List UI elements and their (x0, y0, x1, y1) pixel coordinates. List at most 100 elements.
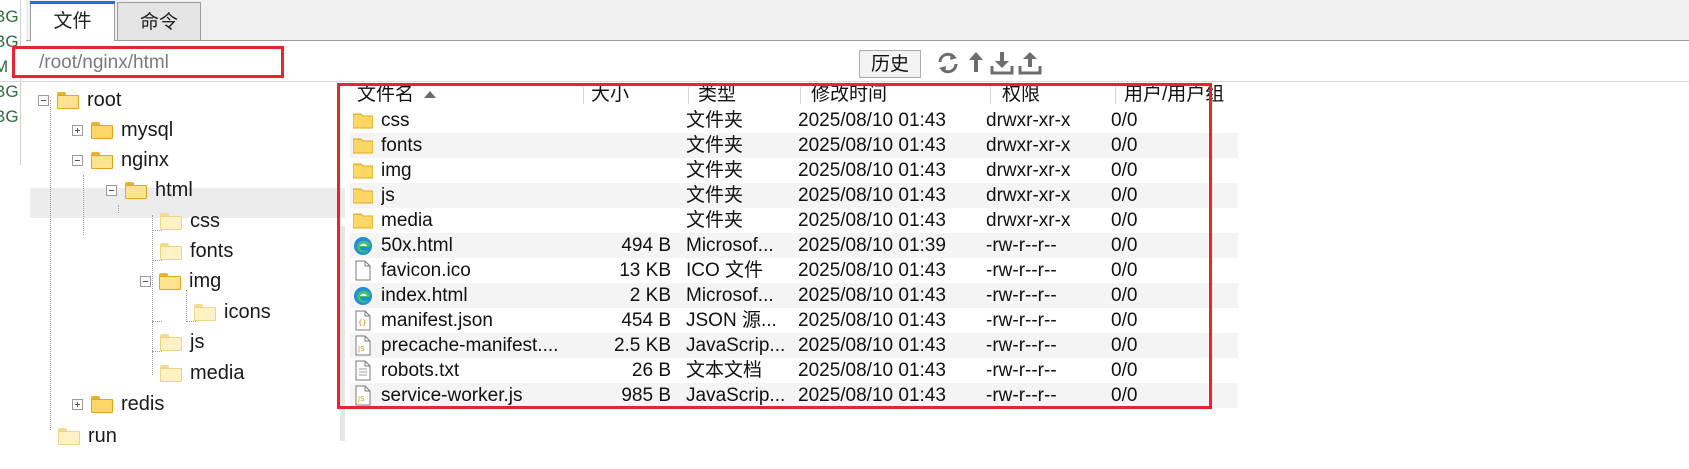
svg-text:{}: {} (358, 319, 366, 327)
file-type: 文件夹 (686, 135, 744, 156)
column-header-size[interactable]: 大小 (591, 83, 629, 107)
file-name: manifest.json (381, 310, 493, 331)
file-owner: 0/0 (1111, 185, 1138, 206)
folder-icon (91, 122, 113, 140)
collapse-icon[interactable] (38, 95, 49, 107)
column-header-modified[interactable]: 修改时间 (811, 83, 887, 107)
file-type: 文本文档 (686, 360, 763, 381)
file-permissions: -rw-r--r-- (986, 310, 1057, 331)
file-size (580, 158, 671, 183)
file-size (580, 108, 671, 133)
file-row[interactable]: 50x.html 494 B Microsof... 2025/08/10 01:39… (350, 233, 1238, 258)
file-permissions: -rw-r--r-- (986, 235, 1057, 256)
strip-item: BG (0, 107, 19, 126)
tree-node-label: nginx (121, 149, 169, 171)
file-row[interactable]: index.html 2 KB Microsof... 2025/08/10 01:4… (350, 283, 1238, 308)
file-size: 13 KB (619, 260, 671, 281)
tree-node-label: root (87, 89, 122, 111)
file-row[interactable]: css 文件夹 2025/08/10 01:43 drwxr-xr-x 0/0 (350, 108, 1238, 133)
collapse-icon[interactable] (106, 185, 117, 197)
file-modified: 2025/08/10 01:43 (798, 160, 946, 181)
tree-node-label: html (155, 179, 193, 201)
tree-node-root[interactable]: root (38, 85, 121, 115)
tree-node-label: css (190, 210, 220, 232)
file-owner: 0/0 (1111, 210, 1138, 231)
sort-ascending-icon (424, 91, 437, 99)
download-icon[interactable] (990, 50, 1014, 76)
tree-node-label: mysql (121, 119, 174, 141)
tree-node-mysql[interactable]: mysql (72, 115, 173, 145)
upload-icon[interactable] (1018, 50, 1042, 76)
file-type: ICO 文件 (686, 260, 764, 281)
directory-tree[interactable]: root mysql nginx html css fonts img icon… (30, 85, 351, 469)
file-name: index.html (381, 285, 468, 306)
file-permissions: -rw-r--r-- (986, 360, 1057, 381)
tree-node-fonts[interactable]: fonts (160, 236, 233, 266)
tree-node-icons[interactable]: icons (194, 297, 271, 327)
expand-icon[interactable] (72, 399, 83, 411)
file-modified: 2025/08/10 01:43 (798, 335, 946, 356)
file-row[interactable]: robots.txt 26 B 文本文档 2025/08/10 01:43 -rw-r-… (350, 358, 1238, 383)
tree-node-media[interactable]: media (160, 358, 244, 388)
file-row[interactable]: {} manifest.json 454 B JSON 源... 2025/08/10 … (350, 308, 1238, 333)
file-name: robots.txt (381, 360, 460, 381)
expand-icon[interactable] (72, 125, 83, 137)
tab-files[interactable]: 文件 (30, 1, 115, 41)
file-owner: 0/0 (1111, 335, 1138, 356)
folder-icon (91, 396, 113, 414)
file-owner: 0/0 (1111, 110, 1138, 131)
tree-node-redis[interactable]: redis (72, 389, 164, 419)
column-header-owner[interactable]: 用户/用户组 (1124, 83, 1224, 107)
file-row[interactable]: fonts 文件夹 2025/08/10 01:43 drwxr-xr-x 0/0 (350, 133, 1238, 158)
file-row[interactable]: JS service-worker.js 985 B JavaScrip... 2025… (350, 383, 1238, 408)
file-size: 454 B (621, 310, 671, 331)
file-name: js (381, 185, 395, 206)
history-button[interactable]: 历史 (859, 50, 921, 78)
file-row[interactable]: img 文件夹 2025/08/10 01:43 drwxr-xr-x 0/0 (350, 158, 1238, 183)
tree-node-img[interactable]: img (140, 266, 221, 296)
column-header-permissions[interactable]: 权限 (1002, 83, 1040, 107)
tree-node-css[interactable]: css (160, 206, 220, 236)
file-name: 50x.html (381, 235, 453, 256)
tree-node-nginx[interactable]: nginx (72, 145, 169, 175)
tree-node-label: js (190, 331, 205, 353)
file-size: 985 B (621, 385, 671, 406)
file-permissions: drwxr-xr-x (986, 210, 1071, 231)
file-modified: 2025/08/10 01:39 (798, 235, 946, 256)
upload-arrow-icon[interactable] (964, 50, 988, 76)
file-size (580, 208, 671, 233)
file-modified: 2025/08/10 01:43 (798, 360, 946, 381)
refresh-icon[interactable] (936, 50, 960, 76)
column-header-name[interactable]: 文件名 (357, 83, 437, 107)
file-row[interactable]: media 文件夹 2025/08/10 01:43 drwxr-xr-x 0/0 (350, 208, 1238, 233)
folder-icon (57, 92, 79, 110)
tree-node-html[interactable]: html (106, 175, 193, 205)
file-modified: 2025/08/10 01:43 (798, 135, 946, 156)
tree-node-run[interactable]: run (58, 421, 117, 451)
tree-node-js[interactable]: js (160, 327, 204, 357)
strip-item: BG (0, 82, 19, 101)
file-row[interactable]: js 文件夹 2025/08/10 01:43 drwxr-xr-x 0/0 (350, 183, 1238, 208)
file-row[interactable]: JS precache-manifest.... 2.5 KB JavaScrip..… (350, 333, 1238, 358)
column-header-label: 文件名 (357, 84, 415, 105)
file-name: fonts (381, 135, 423, 156)
path-input[interactable]: /root/nginx/html (12, 46, 284, 78)
file-type: 文件夹 (686, 185, 744, 206)
tab-commands[interactable]: 命令 (117, 2, 201, 40)
file-name: precache-manifest.... (381, 335, 559, 356)
file-name: css (381, 110, 410, 131)
file-size (580, 133, 671, 158)
file-type: 文件夹 (686, 110, 744, 131)
left-side-strip: BG BG M BG BG (0, 0, 21, 165)
file-modified: 2025/08/10 01:43 (798, 310, 946, 331)
file-owner: 0/0 (1111, 360, 1138, 381)
folder-icon (160, 334, 182, 352)
file-permissions: drwxr-xr-x (986, 185, 1071, 206)
file-owner: 0/0 (1111, 260, 1138, 281)
file-permissions: drwxr-xr-x (986, 110, 1071, 131)
collapse-icon[interactable] (72, 155, 83, 167)
collapse-icon[interactable] (140, 276, 151, 288)
file-row[interactable]: favicon.ico 13 KB ICO 文件 2025/08/10 01:43 -r… (350, 258, 1238, 283)
file-name: media (381, 210, 433, 231)
column-header-type[interactable]: 类型 (698, 83, 736, 107)
